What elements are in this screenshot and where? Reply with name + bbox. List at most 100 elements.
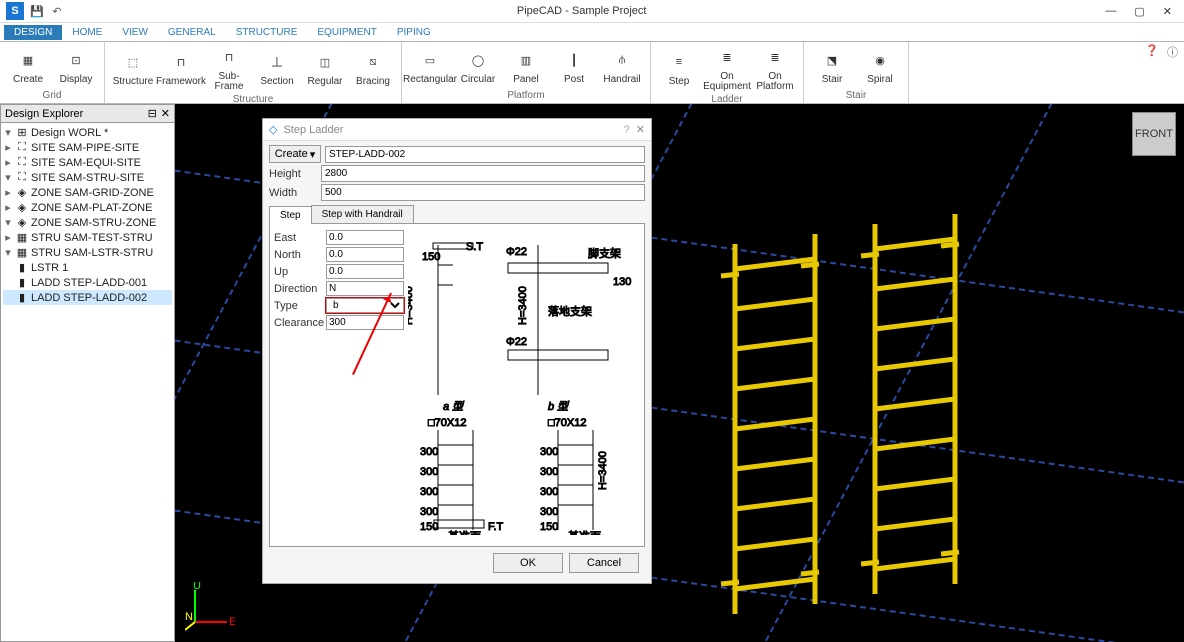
ribbon-onpl[interactable]: ≣OnPlatform xyxy=(751,42,799,94)
undo-icon[interactable]: ↶ xyxy=(50,4,64,18)
tree-twisty-icon[interactable]: ▾ xyxy=(3,126,13,139)
tab-step-handrail[interactable]: Step with Handrail xyxy=(311,205,414,223)
tree-item-label: SITE SAM-EQUI-SITE xyxy=(31,157,141,169)
menu-general[interactable]: GENERAL xyxy=(158,25,226,40)
info-icon[interactable]: ⓘ xyxy=(1167,44,1178,60)
tree-node[interactable]: ▮LSTR 1 xyxy=(3,260,172,275)
east-input[interactable] xyxy=(326,230,404,245)
svg-text:b 型: b 型 xyxy=(548,400,570,413)
height-input[interactable] xyxy=(321,165,645,182)
save-icon[interactable]: 💾 xyxy=(30,4,44,18)
ribbon-regular[interactable]: ◫Regular xyxy=(301,42,349,94)
ribbon-struct[interactable]: ⬚Structure xyxy=(109,42,157,94)
tree-node[interactable]: ▮LADD STEP-LADD-001 xyxy=(3,275,172,290)
explorer-tree[interactable]: ▾⊞Design WORL *▸⛶SITE SAM-PIPE-SITE▸⛶SIT… xyxy=(1,123,174,641)
dialog-close-icon[interactable]: ✕ xyxy=(636,123,645,136)
ribbon-bracing[interactable]: ⧅Bracing xyxy=(349,42,397,94)
ribbon-section[interactable]: 丄Section xyxy=(253,42,301,94)
dialog-help-icon[interactable]: ? xyxy=(624,124,630,136)
ladder-diagram: 150S.T a 型 H=3400 Φ22脚支架 Φ22130 落地支架 b 型… xyxy=(408,230,643,540)
width-input[interactable] xyxy=(321,184,645,201)
ribbon-grid[interactable]: ▦Create xyxy=(4,42,52,90)
ribbon-step[interactable]: ≡Step xyxy=(655,42,703,94)
tree-twisty-icon[interactable]: ▸ xyxy=(3,156,13,169)
create-button[interactable]: Create▾ xyxy=(269,145,321,163)
clearance-input[interactable] xyxy=(326,315,404,330)
minimize-button[interactable]: — xyxy=(1105,5,1116,18)
svg-text:300: 300 xyxy=(420,446,438,458)
menu-home[interactable]: HOME xyxy=(62,25,112,40)
subframe-icon: ⊓ xyxy=(216,44,242,70)
tree-node[interactable]: ▸◈ZONE SAM-PLAT-ZONE xyxy=(3,200,172,215)
tree-node[interactable]: ▸▦STRU SAM-TEST-STRU xyxy=(3,230,172,245)
tree-node[interactable]: ▾◈ZONE SAM-STRU-ZONE xyxy=(3,215,172,230)
svg-text:Φ22: Φ22 xyxy=(506,246,527,258)
tree-twisty-icon[interactable]: ▾ xyxy=(3,171,13,184)
maximize-button[interactable]: ▢ xyxy=(1134,5,1144,18)
menu-structure[interactable]: STRUCTURE xyxy=(226,25,308,40)
tree-node[interactable]: ▸◈ZONE SAM-GRID-ZONE xyxy=(3,185,172,200)
tree-node[interactable]: ▾⛶SITE SAM-STRU-SITE xyxy=(3,170,172,185)
menu-piping[interactable]: PIPING xyxy=(387,25,441,40)
view-cube[interactable]: FRONT xyxy=(1132,112,1176,156)
tree-node[interactable]: ▾⊞Design WORL * xyxy=(3,125,172,140)
ribbon-hand[interactable]: ⫛Handrail xyxy=(598,42,646,90)
ribbon-oneq[interactable]: ≣OnEquipment xyxy=(703,42,751,94)
tree-item-label: LADD STEP-LADD-001 xyxy=(31,277,147,289)
ribbon-rect[interactable]: ▭Rectangular xyxy=(406,42,454,90)
ribbon-subframe[interactable]: ⊓Sub-Frame xyxy=(205,42,253,94)
help-icon[interactable]: ❓ xyxy=(1145,44,1159,60)
svg-text:300: 300 xyxy=(540,506,558,518)
tree-item-icon: ⊞ xyxy=(16,126,28,139)
tree-item-icon: ▮ xyxy=(16,261,28,274)
svg-text:N: N xyxy=(185,611,193,623)
name-input[interactable] xyxy=(325,146,645,163)
tree-node[interactable]: ▾▦STRU SAM-LSTR-STRU xyxy=(3,245,172,260)
ribbon-group-label: Platform xyxy=(406,90,646,103)
ribbon-frame[interactable]: ⊓Framework xyxy=(157,42,205,94)
width-label: Width xyxy=(269,187,321,199)
tree-twisty-icon[interactable]: ▾ xyxy=(3,216,13,229)
tree-item-label: STRU SAM-TEST-STRU xyxy=(31,232,153,244)
ribbon-post[interactable]: ┃Post xyxy=(550,42,598,90)
tree-twisty-icon[interactable]: ▸ xyxy=(3,201,13,214)
rect-icon: ▭ xyxy=(417,47,443,73)
ribbon-display[interactable]: ⊡Display xyxy=(52,42,100,90)
svg-text:脚支架: 脚支架 xyxy=(588,246,621,260)
ok-button[interactable]: OK xyxy=(493,553,563,573)
up-input[interactable] xyxy=(326,264,404,279)
ribbon-stair[interactable]: ⬔Stair xyxy=(808,42,856,90)
svg-text:E: E xyxy=(229,616,235,628)
circ-icon: ◯ xyxy=(465,47,491,73)
tree-twisty-icon[interactable]: ▸ xyxy=(3,141,13,154)
tree-node[interactable]: ▸⛶SITE SAM-EQUI-SITE xyxy=(3,155,172,170)
close-button[interactable]: ✕ xyxy=(1163,5,1172,18)
tree-twisty-icon[interactable]: ▸ xyxy=(3,186,13,199)
north-input[interactable] xyxy=(326,247,404,262)
tree-twisty-icon[interactable]: ▾ xyxy=(3,246,13,259)
type-label: Type xyxy=(274,300,326,312)
panel-pin-icon[interactable]: ⊟ xyxy=(148,107,157,120)
cancel-button[interactable]: Cancel xyxy=(569,553,639,573)
menu-view[interactable]: VIEW xyxy=(112,25,158,40)
app-title: PipeCAD - Sample Project xyxy=(70,5,1093,17)
svg-text:F.T: F.T xyxy=(488,521,504,533)
svg-text:a 型: a 型 xyxy=(443,400,465,413)
tree-twisty-icon[interactable]: ▸ xyxy=(3,231,13,244)
tree-item-label: Design WORL * xyxy=(31,127,108,139)
ribbon-panel[interactable]: ▥Panel xyxy=(502,42,550,90)
panel-close-icon[interactable]: ✕ xyxy=(161,107,170,120)
svg-text:H=3400: H=3400 xyxy=(597,451,609,490)
svg-text:落地支架: 落地支架 xyxy=(548,305,592,318)
tree-node[interactable]: ▸⛶SITE SAM-PIPE-SITE xyxy=(3,140,172,155)
dialog-titlebar[interactable]: ◇ Step Ladder ? ✕ xyxy=(263,119,651,141)
north-label: North xyxy=(274,249,326,261)
dialog-icon: ◇ xyxy=(269,123,277,136)
tree-item-label: LSTR 1 xyxy=(31,262,68,274)
tree-node[interactable]: ▮LADD STEP-LADD-002 xyxy=(3,290,172,305)
ribbon-circ[interactable]: ◯Circular xyxy=(454,42,502,90)
tab-step[interactable]: Step xyxy=(269,206,312,224)
ribbon-spiral[interactable]: ◉Spiral xyxy=(856,42,904,90)
menu-design[interactable]: DESIGN xyxy=(4,25,62,40)
menu-equipment[interactable]: EQUIPMENT xyxy=(307,25,386,40)
